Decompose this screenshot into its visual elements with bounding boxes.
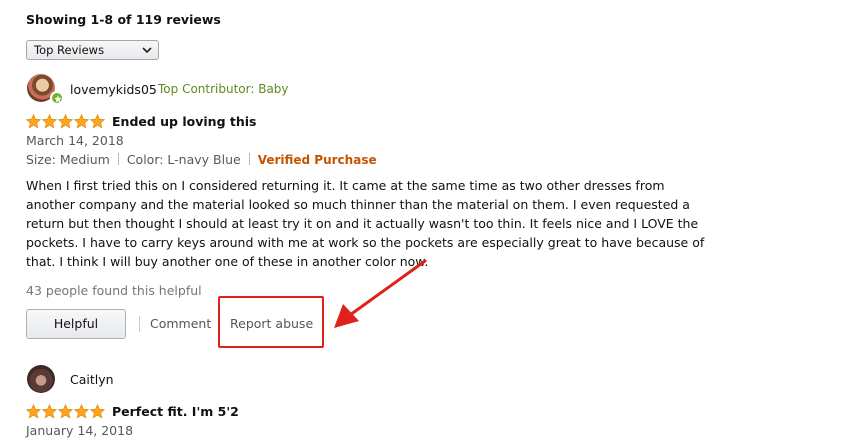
review-meta: Size: Medium Color: L-navy Blue Verified P… [26,152,377,167]
highlight-box [218,296,324,348]
star-rating-icon [26,114,105,129]
helpful-count: 43 people found this helpful [26,283,202,298]
review-date: January 14, 2018 [26,423,134,438]
meta-divider [117,153,119,165]
reviewer-name[interactable]: Caitlyn [70,372,114,387]
color-label[interactable]: Color: L-navy Blue [127,152,241,167]
star-rating[interactable] [26,114,106,130]
verified-purchase-badge: Verified Purchase [257,153,377,167]
avatar[interactable] [27,365,55,393]
contributor-badge-icon [50,91,64,105]
review-date: March 14, 2018 [26,133,124,148]
action-divider [139,316,140,332]
sort-select[interactable]: Top Reviews [26,40,159,60]
sort-select-label: Top Reviews [34,43,105,57]
meta-divider [248,153,250,165]
chevron-down-icon [142,47,152,54]
reviewer-name[interactable]: lovemykids05 [70,82,157,97]
review-summary: Showing 1-8 of 119 reviews [26,12,221,27]
review-title[interactable]: Ended up loving this [112,114,256,129]
annotation-arrow-icon [334,259,427,328]
comment-link[interactable]: Comment [150,316,211,331]
helpful-button[interactable]: Helpful [26,309,126,339]
size-label[interactable]: Size: Medium [26,152,110,167]
contributor-badge[interactable]: Top Contributor: Baby [158,82,289,96]
star-rating-icon [26,404,105,419]
review-title[interactable]: Perfect fit. I'm 5'2 [112,404,239,419]
star-rating[interactable] [26,404,106,420]
